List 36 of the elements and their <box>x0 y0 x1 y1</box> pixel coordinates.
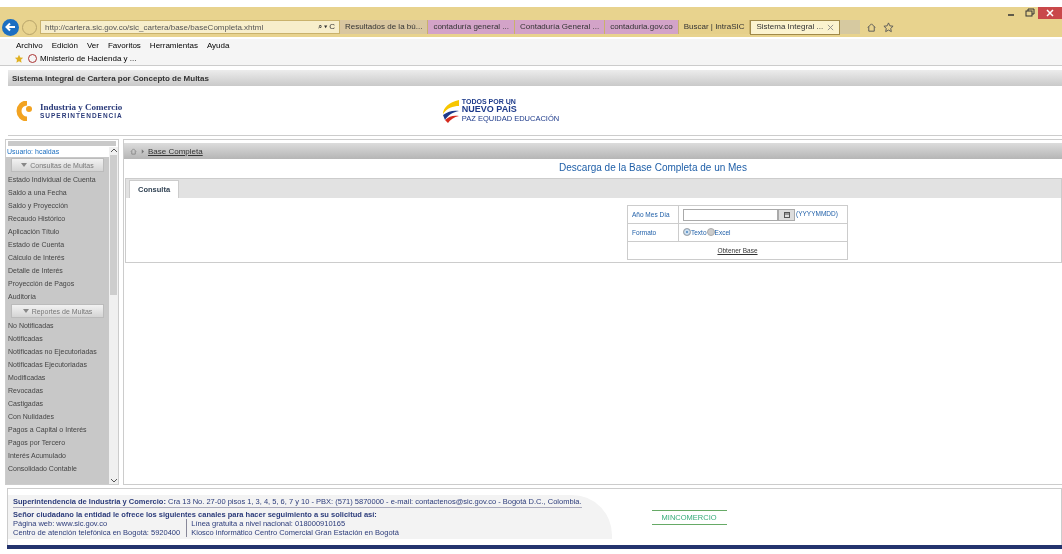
menu-item[interactable]: Herramientas <box>149 41 198 50</box>
logo-text: Industria y Comercio <box>40 102 123 112</box>
address-bar[interactable]: http://cartera.sic.gov.co/sic_cartera/base/baseCompleta.xhtml ⌕ ▾ C <box>40 20 340 34</box>
home-icon[interactable] <box>866 21 878 33</box>
close-icon[interactable] <box>1038 7 1062 19</box>
caret-icon <box>21 162 28 168</box>
scroll-down-icon[interactable] <box>109 478 118 484</box>
caret-icon <box>22 308 29 314</box>
calendar-button[interactable] <box>778 208 795 221</box>
page-title: Descarga de la Base Completa de un Mes <box>558 162 748 173</box>
browser-tab[interactable]: contaduría general ... <box>428 20 515 34</box>
browser-tab[interactable]: Buscar | IntraSIC <box>678 20 751 34</box>
scroll-up-icon[interactable] <box>109 147 118 153</box>
browser-tab[interactable]: contaduria.gov.co <box>605 20 679 34</box>
chevron-icon <box>141 148 144 154</box>
breadcrumb-link[interactable]: Base Completa <box>148 146 203 156</box>
app-title: Sistema Integral de Cartera por Concepto de Multas <box>12 73 209 83</box>
home-icon[interactable] <box>130 147 137 155</box>
star-icon[interactable] <box>883 21 895 33</box>
menu-item[interactable]: Edición <box>51 41 78 50</box>
slogan-text: NUEVO PAÍS <box>461 105 518 114</box>
favorite-link[interactable]: Ministerio de Hacienda y ... <box>28 54 137 63</box>
date-input-field[interactable] <box>683 208 778 221</box>
scrollbar[interactable] <box>109 147 118 484</box>
close-tab-icon[interactable] <box>827 23 835 31</box>
flag-swoosh-icon <box>440 97 461 124</box>
menu-item[interactable]: Ayuda <box>206 41 230 50</box>
browser-tab[interactable]: Sistema Integral ... <box>750 19 841 35</box>
browser-tab[interactable]: Resultados de la bú... <box>340 20 429 34</box>
menu-item[interactable]: Archivo <box>16 41 43 50</box>
back-button[interactable] <box>2 18 19 36</box>
browser-tab[interactable]: Contaduría General ... <box>515 20 606 34</box>
menu-item[interactable]: Favoritos <box>107 41 141 50</box>
calendar-icon <box>783 211 790 218</box>
favorites-star-icon[interactable] <box>14 53 24 64</box>
menu-item[interactable]: Ver <box>86 41 99 50</box>
